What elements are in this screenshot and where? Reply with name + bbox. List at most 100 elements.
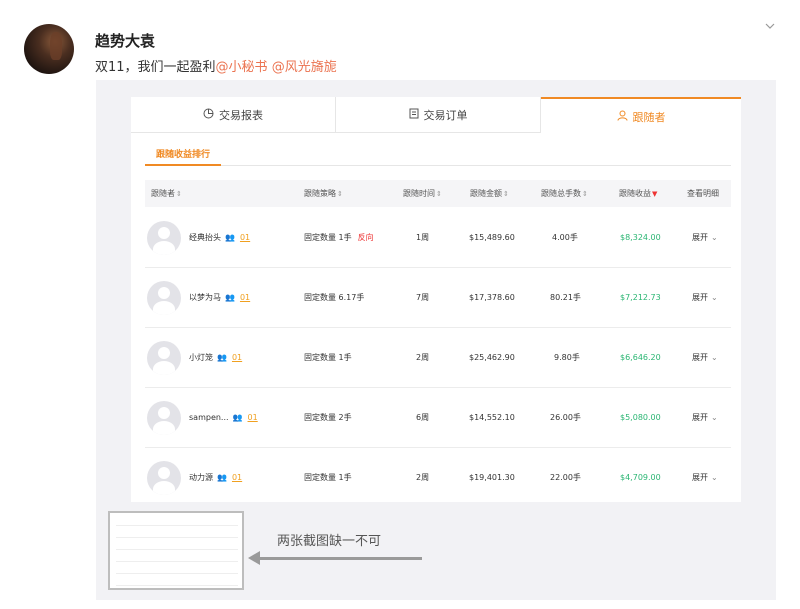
sort-icon: ⇕ [436,190,442,198]
second-screenshot-thumbnail[interactable] [108,511,244,590]
expand-button[interactable]: 展开 ⌄ [692,448,718,508]
post-text-prefix: 双11，我们一起盈利 [95,60,216,75]
expand-button[interactable]: 展开 ⌄ [692,268,718,328]
order-icon [409,108,419,122]
amount-cell: $25,462.90 [469,353,515,362]
table-row: sampen... 👥 01 固定数量 2手 6周 $14,552.10 26.00… [145,388,731,448]
chevron-down-icon: ⌄ [711,353,718,362]
amount-cell: $19,401.30 [469,473,515,482]
follower-avatar[interactable] [147,281,181,315]
tab-label: 交易报表 [219,109,263,122]
post-header: 趋势大袁 双11，我们一起盈利@小秘书 @风光旖旎 [0,0,800,80]
follower-avatar[interactable] [147,461,181,495]
strategy-cell: 固定数量 1手 [304,353,352,362]
column-header-total-lots[interactable]: 跟随总手数⇕ [541,180,588,207]
tab-trade-report[interactable]: 交易报表 [131,97,336,133]
expand-button[interactable]: 展开 ⌄ [692,388,718,448]
profit-cell: $5,080.00 [620,413,661,422]
time-cell: 2周 [416,353,430,362]
chevron-down-icon: ⌄ [711,413,718,422]
sort-desc-icon: ▼ [652,190,658,198]
chevron-down-icon: ⌄ [711,293,718,302]
active-subtab-indicator [145,164,221,166]
followers-icon: 👥 [217,473,227,482]
table-row: 小灯笼 👥 01 固定数量 1手 2周 $25,462.90 9.80手 $6,64… [145,328,731,388]
profit-cell: $4,709.00 [620,473,661,482]
table-row: 经典抬头 👥 01 固定数量 1手 反向 1周 $15,489.60 4.00手 $8… [145,208,731,268]
arrow-left-icon [248,551,260,565]
time-cell: 2周 [416,473,430,482]
expand-button[interactable]: 展开 ⌄ [692,208,718,268]
follower-count-link[interactable]: 01 [240,233,250,242]
total-lots-cell: 22.00手 [550,473,581,482]
follower-name: sampen... 👥 01 [189,413,258,422]
profit-cell: $6,646.20 [620,353,661,362]
mention-link[interactable]: @风光旖旎 [272,60,337,75]
strategy-cell: 固定数量 2手 [304,413,352,422]
follower-count-link[interactable]: 01 [232,353,242,362]
follower-count-link[interactable]: 01 [232,473,242,482]
followers-icon: 👥 [232,413,243,422]
follower-avatar[interactable] [147,401,181,435]
chevron-down-icon: ⌄ [711,473,718,482]
table-row: 以梦为马 👥 01 固定数量 6.17手 7周 $17,378.60 80.21手 … [145,268,731,328]
annotation-arrow [258,557,422,560]
tab-trade-orders[interactable]: 交易订单 [336,97,541,133]
follower-count-link[interactable]: 01 [248,413,258,422]
amount-cell: $14,552.10 [469,413,515,422]
sort-icon: ⇕ [582,190,588,198]
follower-name: 经典抬头 👥 01 [189,233,251,242]
profit-cell: $7,212.73 [620,293,661,302]
user-avatar[interactable] [24,24,74,74]
column-header-profit[interactable]: 跟随收益▼ [619,180,657,207]
follower-name: 小灯笼 👥 01 [189,353,243,362]
strategy-cell: 固定数量 1手 [304,473,352,482]
expand-button[interactable]: 展开 ⌄ [692,328,718,388]
follower-count-link[interactable]: 01 [240,293,250,302]
column-header-detail: 查看明细 [687,189,719,198]
tab-followers[interactable]: 跟随者 [541,97,741,134]
column-header-follower[interactable]: 跟随者⇕ [151,180,182,207]
follower-avatar[interactable] [147,341,181,375]
column-header-strategy[interactable]: 跟随策略⇕ [304,180,343,207]
amount-cell: $15,489.60 [469,233,515,242]
total-lots-cell: 9.80手 [554,353,580,362]
sort-icon: ⇕ [176,190,182,198]
total-lots-cell: 80.21手 [550,293,581,302]
time-cell: 7周 [416,293,430,302]
profit-cell: $8,324.00 [620,233,661,242]
column-header-amount[interactable]: 跟随金额⇕ [470,180,509,207]
time-cell: 1周 [416,233,430,242]
reverse-tag: 反向 [357,233,374,242]
user-icon [617,110,628,124]
strategy-cell: 固定数量 6.17手 [304,293,365,302]
post-text: 双11，我们一起盈利@小秘书 @风光旖旎 [95,56,337,75]
chevron-down-icon[interactable] [764,20,776,32]
tab-bar: 交易报表 交易订单 跟随者 [131,97,741,134]
follower-avatar[interactable] [147,221,181,255]
annotation-text: 两张截图缺一不可 [277,534,382,549]
chevron-down-icon: ⌄ [711,233,718,242]
divider [145,165,731,166]
strategy-cell: 固定数量 1手 反向 [304,233,374,242]
followers-icon: 👥 [225,233,235,242]
total-lots-cell: 4.00手 [552,233,578,242]
follower-name: 以梦为马 👥 01 [189,293,251,302]
column-header-time[interactable]: 跟随时间⇕ [403,180,442,207]
amount-cell: $17,378.60 [469,293,515,302]
pie-chart-icon [203,108,214,122]
sort-icon: ⇕ [337,190,343,198]
followers-icon: 👥 [217,353,227,362]
total-lots-cell: 26.00手 [550,413,581,422]
follower-panel: 交易报表 交易订单 跟随者 跟随收益排行 跟随者⇕ 跟随策略⇕ 跟随时间⇕ 跟随… [131,97,741,502]
table-header: 跟随者⇕ 跟随策略⇕ 跟随时间⇕ 跟随金额⇕ 跟随总手数⇕ 跟随收益▼ 查看明细 [145,180,731,207]
table-row: 动力源 👥 01 固定数量 1手 2周 $19,401.30 22.00手 $4,7… [145,448,731,508]
sort-icon: ⇕ [503,190,509,198]
username[interactable]: 趋势大袁 [95,30,155,51]
time-cell: 6周 [416,413,430,422]
tab-label: 交易订单 [423,109,468,122]
tab-label: 跟随者 [632,110,666,124]
subtab-follower-profit-ranking[interactable]: 跟随收益排行 [156,147,210,160]
mention-link[interactable]: @小秘书 [216,60,268,75]
followers-icon: 👥 [225,293,235,302]
